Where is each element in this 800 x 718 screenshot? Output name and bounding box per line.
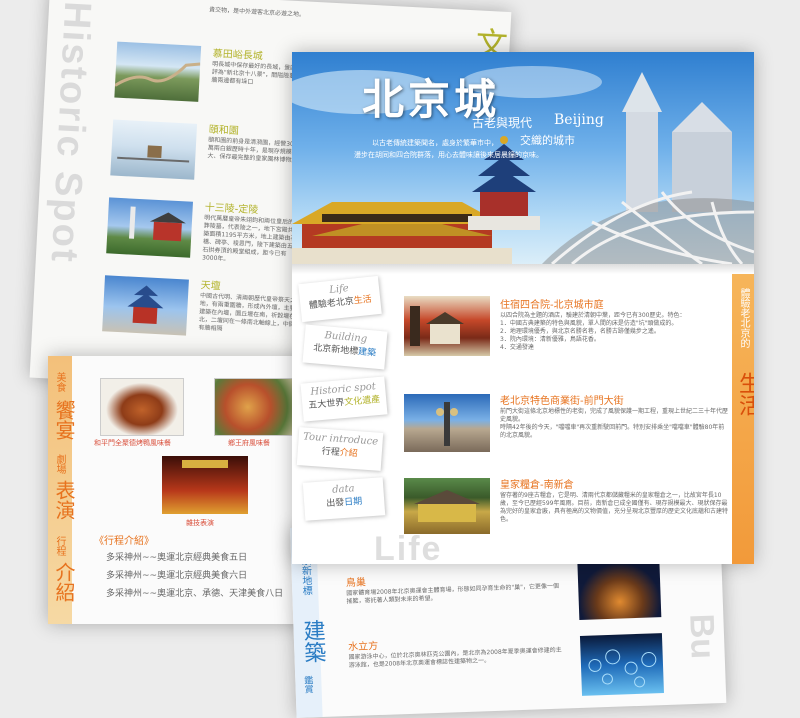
banner: 北京城 古老與現代 Beijing 交織的城市 以古老傳統建築聞名，處身於繁華市… (292, 52, 754, 264)
top-snippet: 貴交物，是中外遊客北京必遊之地。 (208, 6, 306, 19)
itinerary-item-3[interactable]: 多采神州~~奧運北京、承德、天津美食八日 (106, 586, 283, 599)
nav-tab-life-zh-a: 體驗老北京 (308, 296, 355, 312)
spot-desc-3: 明代萬曆皇帝朱翊鈞和兩位皇后的合葬陵墓，代表陵之一，地下宮殿共建築面積1195平… (201, 214, 301, 263)
caption-acrobatics: 雜技表演 (186, 519, 214, 527)
caption-duck: 和平門全聚德烤鴨風味餐 (94, 439, 171, 447)
life-side-label-big: 生活 (735, 372, 754, 416)
banner-separator (292, 264, 754, 274)
banner-subtitle-2: 交織的城市 (520, 134, 575, 147)
itinerary-item-1[interactable]: 多采神州~~奧運北京經典美食五日 (106, 550, 247, 563)
item-title-2: 老北京特色商業街-前門大街 (500, 396, 624, 407)
food-label-big: 饗宴 (52, 400, 76, 440)
spot-title-1: 慕田峪長城 (212, 48, 263, 63)
building-title-1: 鳥巢 (345, 577, 367, 590)
spot-title-2: 頤和園 (208, 124, 240, 138)
banner-subtitle: 古老與現代 (472, 116, 533, 130)
banner-subtitle-en: Beijing (554, 112, 604, 128)
qianmen-street-photo (404, 394, 490, 452)
building-desc-1: 國家體育場2008年北京奧運會主體育場，形態如同孕育生命的"巢"，它更像一個搖籃… (346, 582, 560, 606)
tour-label-small: 行程 (54, 536, 65, 556)
water-cube-photo (579, 633, 664, 696)
nav-tab-historic-zh-a: 五大世界 (308, 398, 345, 412)
roast-duck-photo (100, 378, 184, 436)
spot-title-3: 十三陵-定陵 (204, 202, 259, 217)
summer-palace-photo (110, 119, 198, 180)
building-label-big: 建築 (299, 618, 326, 664)
item-desc-2: 前門大街這條北京地標性的老街，完成了風貌保護一期工程，重現上世紀二三十年代歷史風… (500, 408, 729, 439)
nav-tab-data[interactable]: data 出發日期 (302, 477, 386, 521)
great-wall-photo (114, 41, 202, 102)
spot-title-4: 天壇 (200, 280, 221, 293)
life-watermark: Life (374, 530, 443, 564)
ming-tombs-drawing (128, 206, 186, 242)
temple-drawing (127, 285, 164, 325)
banner-line-2: 漫步在胡同和四合院群落，用心去體味讓後來居晨鐘的京味。 (354, 151, 543, 159)
itinerary-title: 《行程介紹》 (94, 536, 154, 547)
building-desc-2: 國家游泳中心，位於北京奧林匹克公園內，是北京為2008年夏季奧運會修建的主游泳館… (348, 646, 562, 670)
acrobatics-photo (162, 456, 248, 514)
item-title-3: 皇家糧倉-南新倉 (500, 480, 574, 491)
item-title-1: 住宿四合院-北京城市庭 (500, 300, 604, 311)
main-page: 北京城 古老與現代 Beijing 交織的城市 以古老傳統建築聞名，處身於繁華市… (292, 52, 754, 564)
nav-tab-tour[interactable]: Tour introduce 行程介紹 (296, 427, 384, 471)
nav-tab-data-zh-a: 出發 (325, 498, 345, 510)
tour-label-big: 介紹 (52, 562, 76, 602)
building-label-tail: 鑑賞 (302, 675, 313, 694)
nav-tab-building-zh-a: 北京新地標 (312, 343, 359, 358)
show-label-big: 表演 (52, 480, 76, 520)
historic-spot-watermark: Historic Spot (42, 0, 99, 265)
courtyard-drawing (410, 306, 464, 346)
nav-tab-life-zh-b: 生活 (353, 294, 373, 307)
nav-tab-building-zh-b: 建築 (357, 347, 377, 359)
qianmen-drawing (436, 402, 458, 446)
courtyard-hotel-photo (404, 296, 490, 356)
building-watermark: Bu (682, 613, 722, 660)
nav-tab-tour-zh-b: 介紹 (339, 448, 359, 460)
great-wall-drawing (114, 62, 201, 87)
banner-line-1: 以古老傳統建築聞名，處身於繁華市中， (372, 139, 498, 147)
granary-photo (404, 478, 490, 534)
spot-desc-2: 頤和園的前身是清漪園，經營3000萬兩白銀歷時十年，是現存規模最大、保存最完整的… (207, 136, 302, 165)
palace-dish-photo (214, 378, 298, 436)
caption-dish: 鄉王府風味餐 (228, 439, 270, 447)
summer-palace-drawing (117, 145, 190, 163)
nav-tab-historic[interactable]: Historic spot 五大世界文化遺產 (300, 376, 388, 422)
spot-desc-4: 中國古代明、清兩朝歷代皇帝祭天之地，有兩重圍牆，形成內外壇，主要建築在內壇，圜丘… (198, 292, 297, 333)
show-banner (182, 460, 228, 468)
nav-tab-historic-zh-b: 文化遺產 (343, 394, 381, 408)
nav-tab-tour-zh-a: 行程 (321, 446, 341, 458)
nav-tab-building[interactable]: Building 北京新地標建築 (302, 324, 388, 370)
item-desc-1: 以四合院為主題的酒店，驗建於清朝中葉，距今已有300歷史。特色： 1．中國古典建… (500, 312, 686, 351)
itinerary-item-2[interactable]: 多采神州~~奧運北京經典美食六日 (106, 568, 247, 581)
ming-tombs-photo (106, 197, 194, 258)
water-cube-bubbles (588, 649, 657, 688)
food-label-small: 美食 (54, 372, 65, 392)
granary-drawing (414, 490, 480, 522)
nav-tab-life[interactable]: Life 體驗老北京生活 (298, 275, 382, 323)
nav-tab-data-zh-b: 日期 (343, 496, 363, 508)
show-label-small: 劇場 (54, 454, 65, 474)
building-title-2: 水立方 (348, 640, 379, 654)
item-desc-3: 留存著的9座古糧倉，它是明、清兩代京都儲藏糧米的皇家糧倉之一，比故宮年長10歲，… (500, 492, 729, 523)
birds-nest-photo (577, 561, 662, 620)
temple-of-heaven-photo (102, 275, 189, 336)
life-side-label-small: 體驗老北京的 (738, 288, 749, 348)
